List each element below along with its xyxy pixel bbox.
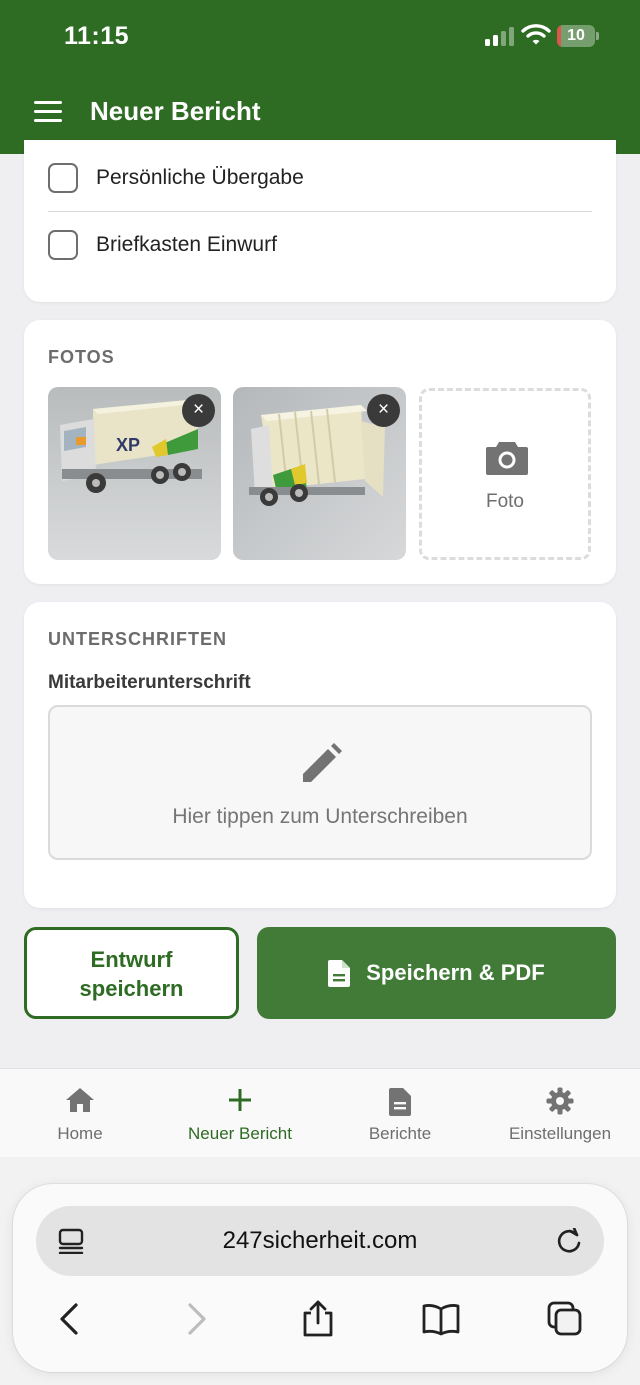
save-draft-label-line1: Entwurf (90, 947, 173, 972)
photos-section-title: FOTOS (48, 347, 115, 367)
back-arrow-icon[interactable] (50, 1299, 90, 1339)
checkbox-label: Briefkasten Einwurf (96, 233, 277, 256)
signatures-section-title: UNTERSCHRIFTEN (48, 629, 227, 649)
home-icon (66, 1088, 94, 1112)
document-icon (389, 1088, 411, 1116)
url-text: 247sicherheit.com (222, 1227, 418, 1254)
checkbox[interactable] (48, 230, 78, 260)
add-photo-button[interactable]: Foto (419, 388, 591, 560)
nav-label: Einstellungen (508, 1124, 612, 1143)
wifi-icon (521, 24, 551, 45)
save-pdf-button[interactable]: Speichern & PDF (257, 927, 616, 1019)
gear-icon (546, 1087, 574, 1115)
signature-placeholder: Hier tippen zum Unterschreiben (172, 805, 468, 828)
tabs-icon[interactable] (545, 1299, 585, 1339)
nav-label: Berichte (368, 1124, 432, 1143)
delivery-options-card: Persönliche Übergabe Briefkasten Einwurf (24, 140, 616, 302)
document-icon (328, 959, 351, 987)
save-draft-button[interactable]: Entwurf speichern (24, 927, 239, 1019)
save-draft-label-line2: speichern (79, 976, 184, 1001)
bookmarks-icon[interactable] (421, 1299, 461, 1339)
photo-thumbnail[interactable]: XP × (48, 387, 221, 560)
nav-item-new-report[interactable]: Neuer Bericht (160, 1069, 320, 1158)
forward-arrow-icon[interactable] (176, 1299, 216, 1339)
plus-icon (229, 1089, 251, 1111)
checkbox-row-personal-handover[interactable]: Persönliche Übergabe (48, 145, 592, 211)
nav-item-home[interactable]: Home (0, 1069, 160, 1158)
employee-signature-label: Mitarbeiterunterschrift (48, 672, 251, 693)
checkbox-row-mailbox-drop[interactable]: Briefkasten Einwurf (48, 212, 592, 278)
bottom-navigation: Home Neuer Bericht Berichte Einstellunge… (0, 1068, 640, 1157)
share-icon[interactable] (298, 1299, 338, 1339)
checkbox-label: Persönliche Übergabe (96, 166, 304, 189)
cellular-signal-icon (485, 27, 515, 46)
remove-photo-button[interactable]: × (367, 394, 400, 427)
status-time: 11:15 (64, 22, 130, 50)
hamburger-menu-icon[interactable] (34, 101, 62, 123)
signatures-card: UNTERSCHRIFTEN Mitarbeiterunterschrift H… (24, 602, 616, 908)
photos-card: FOTOS XP × × Foto (24, 320, 616, 584)
nav-label: Home (57, 1124, 103, 1143)
save-pdf-label: Speichern & PDF (366, 960, 545, 985)
address-bar[interactable]: 247sicherheit.com (36, 1206, 604, 1276)
pen-icon (303, 743, 342, 782)
app-header: 11:15 10 Neuer Bericht (0, 0, 640, 154)
reload-icon[interactable] (556, 1228, 582, 1254)
page-title: Neuer Bericht (90, 96, 261, 126)
signature-pad[interactable]: Hier tippen zum Unterschreiben (48, 705, 592, 860)
photo-thumbnail[interactable]: × (233, 387, 406, 560)
battery-indicator: 10 (557, 25, 599, 47)
nav-label: Neuer Bericht (188, 1124, 292, 1143)
add-photo-label: Foto (485, 491, 525, 512)
remove-photo-button[interactable]: × (182, 394, 215, 427)
svg-text:XP: XP (116, 435, 140, 455)
nav-item-reports[interactable]: Berichte (320, 1069, 480, 1158)
battery-level: 10 (567, 27, 585, 44)
nav-item-settings[interactable]: Einstellungen (480, 1069, 640, 1158)
camera-icon (486, 442, 528, 475)
checkbox[interactable] (48, 163, 78, 193)
